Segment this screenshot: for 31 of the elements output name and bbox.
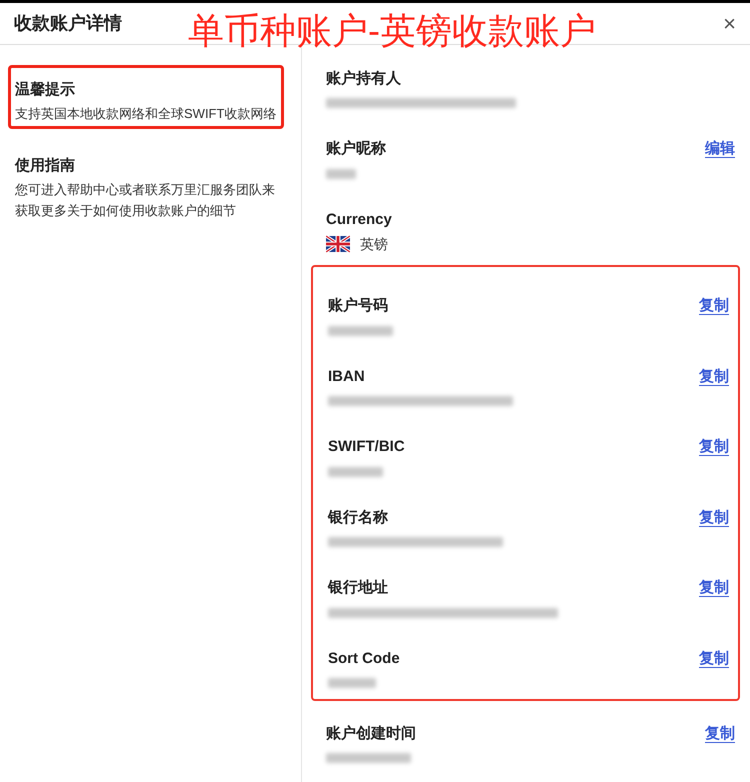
- field-label: 账户号码: [328, 296, 388, 316]
- field-label: 账户昵称: [326, 139, 386, 160]
- field-label: 银行名称: [328, 508, 388, 528]
- uk-flag-icon: [326, 235, 350, 253]
- dialog-title: 收款账户详情: [14, 12, 122, 35]
- annotation-title: 单币种账户-英镑收款账户: [188, 9, 596, 53]
- currency-name: 英镑: [360, 234, 388, 254]
- field-label: 账户创建时间: [326, 724, 416, 744]
- field-label: Currency: [326, 210, 392, 230]
- blurred-value: [326, 168, 356, 178]
- action-link[interactable]: 复制: [699, 648, 729, 670]
- field-label: SWIFT/BIC: [328, 437, 405, 458]
- field-label: IBAN: [328, 366, 365, 387]
- field-label: 银行地址: [328, 578, 388, 598]
- blurred-value: [328, 326, 393, 336]
- section-title: 使用指南: [15, 156, 76, 176]
- section-text: 支持英国本地收款网络和全球SWIFT收款网络: [15, 105, 277, 123]
- action-link[interactable]: 编辑: [705, 138, 735, 161]
- action-link[interactable]: 复制: [699, 295, 729, 318]
- action-link[interactable]: 复制: [699, 506, 729, 530]
- close-button[interactable]: ×: [723, 12, 736, 34]
- section-text: 您可进入帮助中心或者联系万里汇服务团队来获取更多关于如何使用收款账户的细节: [15, 181, 276, 220]
- action-link[interactable]: 复制: [699, 366, 729, 388]
- action-link[interactable]: 复制: [705, 722, 735, 746]
- action-link[interactable]: 复制: [699, 577, 729, 600]
- field-label: 账户持有人: [326, 68, 401, 89]
- blurred-value: [328, 678, 376, 688]
- field-label: Sort Code: [328, 648, 400, 669]
- blurred-value: [328, 466, 383, 476]
- action-link[interactable]: 复制: [699, 436, 729, 459]
- section-title: 温馨提示: [15, 80, 76, 100]
